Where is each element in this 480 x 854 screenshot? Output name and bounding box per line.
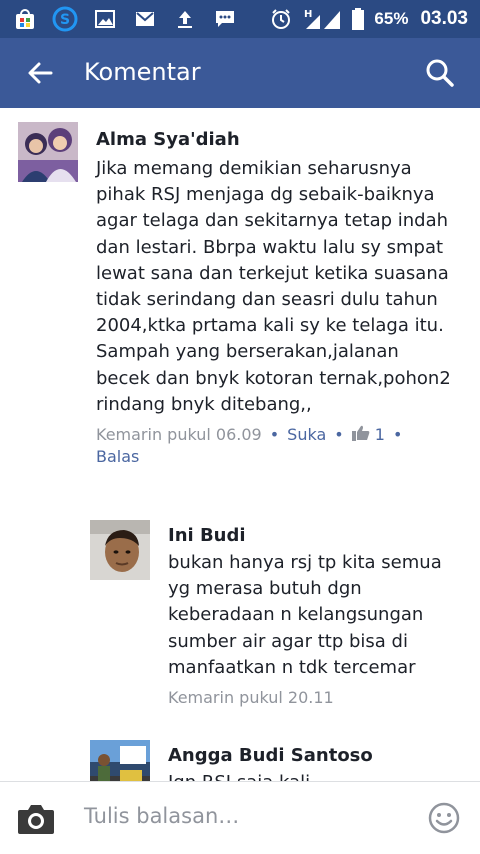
- store-icon: [12, 6, 38, 32]
- back-arrow-icon: [28, 62, 53, 84]
- reply-bar: Tulis balasan…: [0, 781, 480, 854]
- comment-author[interactable]: Ini Budi: [168, 524, 458, 548]
- page-title: Komentar: [84, 58, 201, 86]
- comment-reply: Ini Budi bukan hanya rsj tp kita semua y…: [0, 518, 480, 718]
- comment-timestamp: Kemarin pukul 20.11: [168, 688, 334, 708]
- comment-text: bukan hanya rsj tp kita semua yg merasa …: [168, 552, 442, 678]
- svg-text:H: H: [304, 9, 312, 20]
- search-button[interactable]: [422, 55, 458, 91]
- mail-icon: [132, 6, 158, 32]
- clock: 03.03: [420, 8, 468, 29]
- battery-percent: 65%: [374, 9, 409, 28]
- reply-input[interactable]: Tulis balasan…: [84, 804, 239, 828]
- emoji-icon: [428, 802, 460, 834]
- comment-author[interactable]: Alma Sya'diah: [96, 128, 456, 152]
- like-button[interactable]: Suka: [287, 425, 326, 444]
- comment-author[interactable]: Angga Budi Santoso: [168, 744, 458, 768]
- comment-timestamp: Kemarin pukul 06.09: [96, 425, 262, 445]
- avatar[interactable]: [18, 122, 78, 182]
- like-count-group[interactable]: 1: [351, 425, 385, 445]
- signal-icon: H: [302, 6, 342, 32]
- camera-icon: [18, 805, 54, 834]
- thumbs-up-icon: [351, 425, 370, 442]
- separator-dot: •: [334, 425, 344, 445]
- comment-meta: Kemarin pukul 06.09 • Suka • 1 • Balas: [96, 424, 456, 468]
- alarm-icon: [268, 6, 294, 32]
- comment-text: Jgn RSJ saja kali: [168, 770, 458, 781]
- avatar[interactable]: [90, 740, 150, 781]
- separator-dot: •: [269, 425, 280, 445]
- comment-meta: Kemarin pukul 20.11: [168, 687, 458, 709]
- comment-reply: Angga Budi Santoso Jgn RSJ saja kali: [0, 738, 480, 781]
- comment: Alma Sya'diah Jika memang demikian sehar…: [0, 108, 480, 498]
- camera-button[interactable]: [16, 802, 56, 838]
- status-bar: S H 65% 03.03: [0, 0, 480, 38]
- app-bar: Komentar: [0, 38, 480, 108]
- comment-list[interactable]: Alma Sya'diah Jika memang demikian sehar…: [0, 108, 480, 781]
- upload-icon: [172, 6, 198, 32]
- reply-button[interactable]: Balas: [96, 447, 139, 466]
- separator-dot: •: [392, 425, 403, 445]
- search-icon: [426, 59, 454, 87]
- battery-icon: [350, 6, 366, 32]
- s-app-icon: S: [52, 6, 78, 32]
- back-button[interactable]: [22, 55, 58, 91]
- comment-text: Jika memang demikian seharusnya pihak RS…: [96, 158, 451, 415]
- svg-text:S: S: [60, 12, 70, 28]
- chat-icon: [212, 6, 238, 32]
- gallery-icon: [92, 6, 118, 32]
- avatar[interactable]: [90, 520, 150, 580]
- like-count: 1: [374, 425, 385, 445]
- emoji-button[interactable]: [428, 802, 460, 834]
